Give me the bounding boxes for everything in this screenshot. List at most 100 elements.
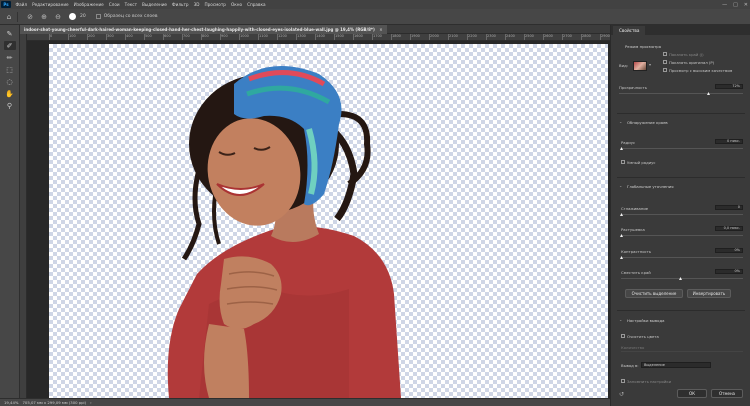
horizontal-ruler: 0 100 200 300 400 500 600 700 800 900 1000 1100 1200…: [27, 34, 610, 41]
close-window-button[interactable]: ✕: [744, 2, 748, 8]
smart-radius-label: Умный радиус: [627, 160, 656, 165]
shift-edge-slider[interactable]: [621, 278, 743, 279]
sample-all-layers-label: Образец со всех слоев: [103, 14, 158, 19]
ruler-label: 2600: [544, 34, 553, 38]
minimize-button[interactable]: —: [722, 2, 727, 8]
sample-all-layers-checkbox[interactable]: [95, 14, 101, 19]
amount-slider[interactable]: [621, 351, 743, 352]
amount-label: Количество: [621, 345, 645, 350]
shift-edge-label: Сместить край: [621, 270, 651, 275]
chevron-down-icon[interactable]: ⌄: [619, 119, 622, 124]
ruler-label: 900: [221, 34, 228, 38]
refine-edge-brush-icon[interactable]: ✐: [3, 41, 16, 50]
menu-file[interactable]: Файл: [13, 2, 30, 7]
quick-select-tool-icon[interactable]: ✎: [4, 29, 16, 38]
ok-button[interactable]: ОК: [677, 389, 707, 398]
document-canvas[interactable]: [49, 44, 608, 398]
tab-properties[interactable]: Свойства: [613, 26, 646, 35]
chevron-down-icon[interactable]: ▾: [649, 62, 651, 67]
feather-slider[interactable]: [621, 235, 743, 236]
opacity-slider[interactable]: [619, 93, 743, 94]
menu-help[interactable]: Справка: [245, 2, 268, 7]
clear-selection-button[interactable]: Очистить выделение: [625, 289, 683, 298]
radius-field[interactable]: 0 пикс.: [715, 139, 743, 144]
ruler-label: 2300: [487, 34, 496, 38]
menu-select[interactable]: Выделение: [140, 2, 170, 7]
menu-edit[interactable]: Редактирование: [30, 2, 72, 7]
invert-button[interactable]: Инвертировать: [687, 289, 731, 298]
ruler-label: 2100: [449, 34, 458, 38]
remember-settings-checkbox[interactable]: [621, 379, 625, 383]
canvas-area[interactable]: [27, 41, 610, 398]
ruler-label: 1300: [297, 34, 306, 38]
chevron-down-icon[interactable]: ⌄: [619, 183, 622, 188]
menu-layers[interactable]: Слои: [106, 2, 122, 7]
reset-icon[interactable]: ↺: [619, 391, 624, 398]
output-to-label: Вывод в:: [621, 363, 639, 368]
panel-tabs: Свойства: [611, 25, 750, 35]
radius-label: Радиус: [621, 140, 636, 145]
lasso-tool-icon[interactable]: ◌: [4, 77, 16, 86]
high-quality-checkbox[interactable]: [663, 68, 667, 72]
feather-field[interactable]: 0,0 пикс.: [715, 226, 743, 231]
document-tabs: indoor-shot-young-cheerful-dark-haired-w…: [20, 25, 610, 34]
zoom-level[interactable]: 19,44%: [4, 400, 18, 405]
view-mode-thumbnail[interactable]: [633, 61, 647, 71]
options-bar: ⌂ ⊘ ⊕ ⊖ 20 Образец со всех слоев: [0, 9, 750, 25]
subtract-selection-icon[interactable]: ⊖: [53, 12, 63, 22]
output-settings-heading: Настройки вывода: [627, 318, 665, 323]
divider: [17, 11, 18, 22]
hand-tool-icon[interactable]: ✋: [4, 89, 16, 98]
smooth-field[interactable]: 0: [715, 205, 743, 210]
ruler-label: 1100: [259, 34, 268, 38]
contrast-slider[interactable]: [621, 257, 743, 258]
ruler-label: 400: [126, 34, 133, 38]
decontaminate-checkbox[interactable]: [621, 334, 625, 338]
ruler-label: 800: [202, 34, 209, 38]
show-edge-label: Показать край (J): [669, 52, 704, 57]
ruler-label: 200: [88, 34, 95, 38]
global-refinements-heading: Глобальные уточнения: [627, 184, 674, 189]
zoom-tool-icon[interactable]: ⚲: [4, 101, 16, 110]
menu-type[interactable]: Текст: [122, 2, 139, 7]
properties-panel: Свойства Режим просмотра Вид: ▾ Показать…: [610, 25, 750, 406]
maximize-button[interactable]: □: [733, 2, 738, 8]
contrast-field[interactable]: 0%: [715, 248, 743, 253]
home-icon[interactable]: ⌂: [4, 12, 14, 22]
menu-image[interactable]: Изображение: [71, 2, 106, 7]
show-edge-checkbox[interactable]: [663, 52, 667, 56]
ruler-label: 500: [145, 34, 152, 38]
cancel-button[interactable]: Отмена: [711, 389, 743, 398]
menu-window[interactable]: Окно: [228, 2, 244, 7]
brush-size[interactable]: 20: [80, 14, 86, 19]
shift-edge-field[interactable]: 0%: [715, 269, 743, 274]
ruler-label: 0: [50, 34, 53, 38]
chevron-down-icon[interactable]: ⌄: [619, 317, 622, 322]
woman-photo: [167, 61, 401, 398]
brush-preview[interactable]: [69, 13, 76, 20]
status-arrow-icon[interactable]: ›: [90, 400, 92, 405]
add-to-selection-icon[interactable]: ⊕: [39, 12, 49, 22]
show-original-label: Показать оригинал (P): [669, 60, 715, 65]
quick-select-icon[interactable]: ⊘: [25, 12, 35, 22]
radius-slider[interactable]: [621, 148, 743, 149]
ruler-label: 700: [183, 34, 190, 38]
ruler-label: 2400: [506, 34, 515, 38]
document-tab[interactable]: indoor-shot-young-cheerful-dark-haired-w…: [20, 25, 387, 34]
menu-filter[interactable]: Фильтр: [170, 2, 192, 7]
brush-tool-icon[interactable]: ✏: [4, 53, 16, 62]
menu-view[interactable]: Просмотр: [202, 2, 229, 7]
feather-label: Растушевка: [621, 227, 645, 232]
object-select-icon[interactable]: ⬚: [4, 65, 16, 74]
smart-radius-checkbox[interactable]: [621, 160, 625, 164]
high-quality-label: Просмотр с высоким качеством: [669, 68, 733, 73]
opacity-field[interactable]: 72%: [715, 84, 743, 89]
output-to-select[interactable]: Выделение: [641, 362, 711, 368]
ruler-label: 1500: [335, 34, 344, 38]
show-original-checkbox[interactable]: [663, 60, 667, 64]
ruler-label: 300: [107, 34, 114, 38]
close-tab-icon[interactable]: ×: [379, 27, 382, 32]
menu-3d[interactable]: 3D: [191, 2, 202, 7]
smooth-slider[interactable]: [621, 214, 743, 215]
document-title: indoor-shot-young-cheerful-dark-haired-w…: [24, 27, 375, 32]
